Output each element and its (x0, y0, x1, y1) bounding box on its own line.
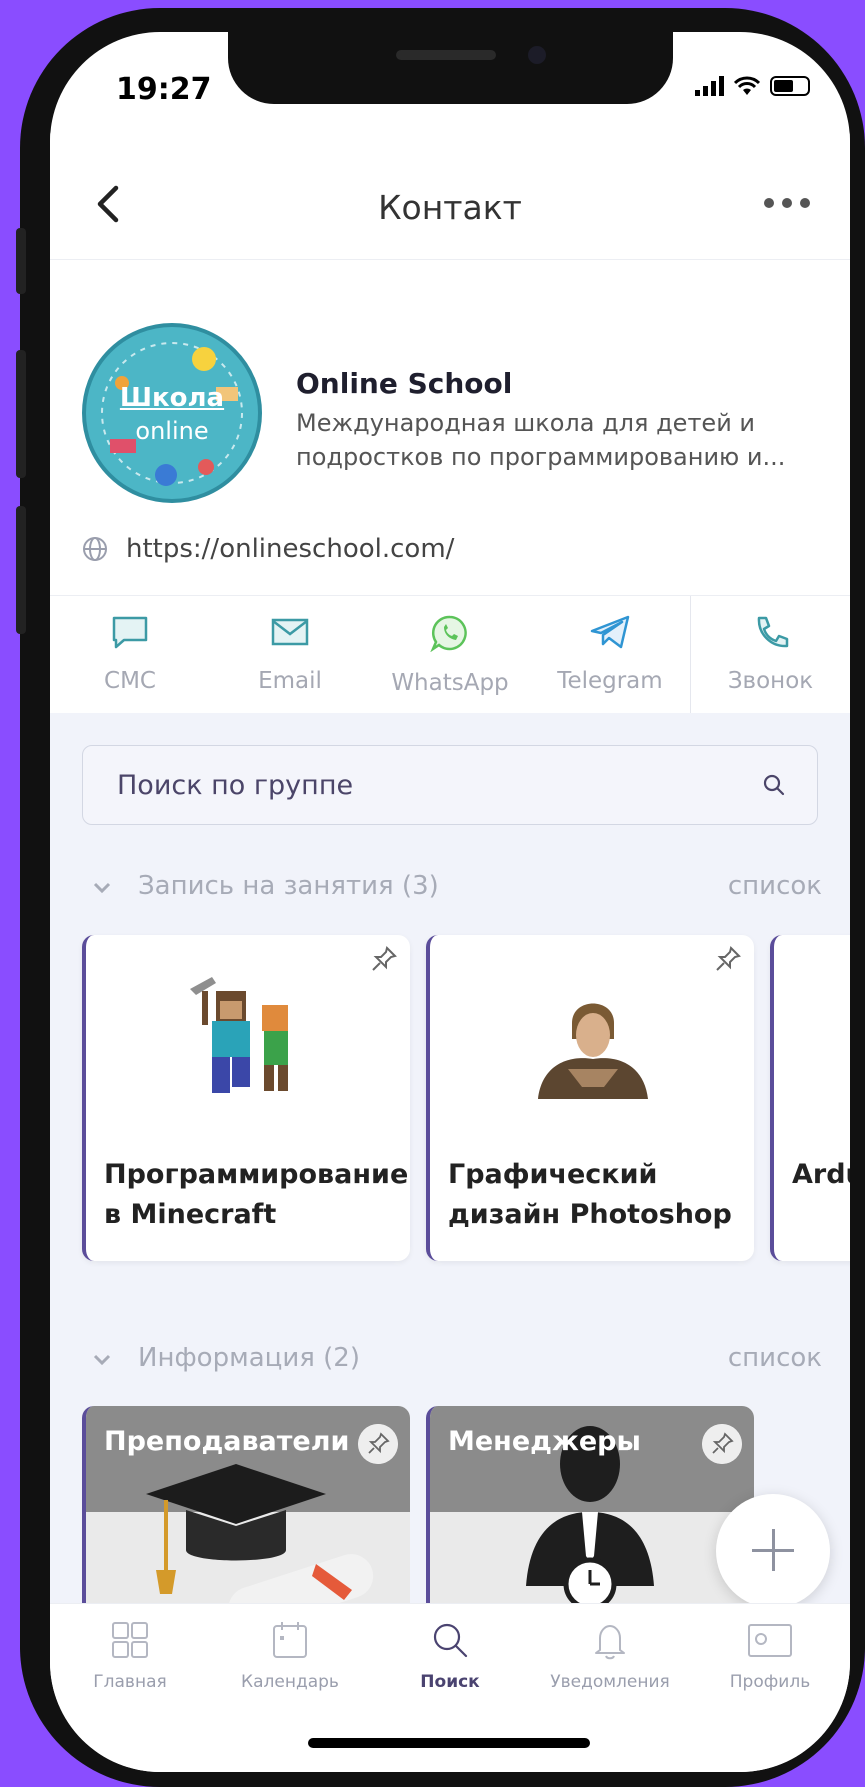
action-label: Email (258, 668, 322, 694)
action-sms[interactable]: СМС (50, 596, 210, 713)
tab-label: Уведомления (550, 1672, 670, 1692)
cellular-signal-icon (695, 76, 724, 96)
battery-icon (770, 76, 810, 96)
course-card-arduino[interactable]: Ardu (770, 935, 850, 1261)
action-telegram[interactable]: Telegram (530, 596, 690, 713)
wifi-icon (734, 76, 760, 95)
graduation-cap-icon (146, 1464, 374, 1618)
notch-camera (528, 46, 546, 64)
section-header-info[interactable]: Информация (2) список (92, 1343, 822, 1383)
tab-label: Поиск (420, 1672, 480, 1692)
action-email[interactable]: Email (210, 596, 370, 713)
action-label: СМС (104, 668, 156, 694)
action-call[interactable]: Звонок (690, 596, 850, 713)
status-icons (695, 76, 810, 96)
envelope-icon (271, 618, 309, 646)
profile-description: Международная школа для детей и подростк… (296, 409, 786, 471)
profile-block: Школа online Online School Международная… (50, 260, 850, 595)
avatar-text-bottom: online (135, 417, 209, 445)
home-indicator[interactable] (308, 1738, 590, 1748)
course-card-minecraft[interactable]: Программирование в Minecraft (82, 935, 410, 1261)
nav-header: Контакт (50, 132, 850, 260)
side-button (16, 506, 26, 634)
plus-icon (772, 1529, 775, 1571)
notch (228, 32, 673, 104)
section-title: Запись на занятия (3) (138, 871, 439, 901)
avatar[interactable]: Школа online (82, 323, 262, 503)
bell-icon (595, 1625, 625, 1660)
minecraft-characters-image (190, 977, 288, 1093)
avatar-text-top: Школа (119, 383, 225, 413)
page-title: Контакт (378, 188, 522, 227)
tab-profile[interactable]: Профиль (690, 1604, 850, 1772)
course-title: Графический дизайн Photoshop (448, 1159, 732, 1230)
tab-label: Главная (93, 1672, 167, 1692)
website-link[interactable]: https://onlineschool.com/ (126, 534, 454, 564)
group-search-input[interactable]: Поиск по группе (82, 745, 818, 825)
info-card-title: Преподаватели (104, 1426, 350, 1457)
add-button[interactable] (716, 1494, 830, 1608)
section-list-link[interactable]: список (728, 1343, 822, 1373)
calendar-icon (273, 1622, 307, 1658)
pin-icon[interactable] (714, 945, 742, 973)
side-button (16, 350, 26, 478)
telegram-icon (590, 615, 630, 649)
tab-label: Календарь (241, 1672, 339, 1692)
action-label: Звонок (727, 668, 814, 694)
contact-actions: СМС Email WhatsApp Telegram Звонок (50, 595, 850, 713)
status-time: 19:27 (116, 72, 212, 107)
search-icon (433, 1623, 468, 1658)
notch-speaker (396, 50, 496, 60)
warrior-woman-image (538, 1003, 648, 1099)
tab-home[interactable]: Главная (50, 1604, 210, 1772)
search-placeholder: Поиск по группе (117, 770, 354, 801)
group-area: Поиск по группе Запись на занятия (3) сп… (50, 713, 850, 1643)
more-options-button[interactable] (764, 198, 810, 208)
info-card-teachers[interactable]: Преподаватели (82, 1406, 410, 1618)
chat-bubble-icon (112, 616, 148, 649)
course-title: Программирование в Minecraft (104, 1159, 409, 1230)
section-title: Информация (2) (138, 1343, 360, 1373)
profile-name: Online School (296, 367, 513, 400)
info-card-managers[interactable]: Менеджеры (426, 1406, 754, 1618)
website-row[interactable]: https://onlineschool.com/ (82, 534, 454, 564)
profile-card-icon (748, 1624, 792, 1657)
pin-icon[interactable] (702, 1424, 742, 1464)
tab-label: Профиль (729, 1672, 811, 1692)
pin-icon[interactable] (358, 1424, 398, 1464)
whatsapp-icon (430, 615, 467, 653)
section-list-link[interactable]: список (728, 871, 822, 901)
phone-icon (757, 616, 788, 648)
action-label: Telegram (557, 668, 663, 694)
side-button (16, 228, 26, 294)
search-icon[interactable] (761, 772, 787, 798)
pin-icon[interactable] (370, 945, 398, 973)
course-title: Ardu (792, 1159, 850, 1190)
globe-icon (83, 537, 107, 561)
action-label: WhatsApp (391, 670, 509, 696)
chevron-down-icon (93, 1354, 111, 1366)
avatar-decoration (101, 342, 243, 486)
chevron-down-icon (93, 882, 111, 894)
section-header-enrollment[interactable]: Запись на занятия (3) список (92, 871, 822, 911)
info-card-title: Менеджеры (448, 1426, 641, 1457)
course-card-photoshop[interactable]: Графический дизайн Photoshop (426, 935, 754, 1261)
grid-icon (112, 1622, 148, 1658)
screen: 19:27 Контакт Школа online Online School… (50, 32, 850, 1772)
action-whatsapp[interactable]: WhatsApp (370, 596, 530, 713)
